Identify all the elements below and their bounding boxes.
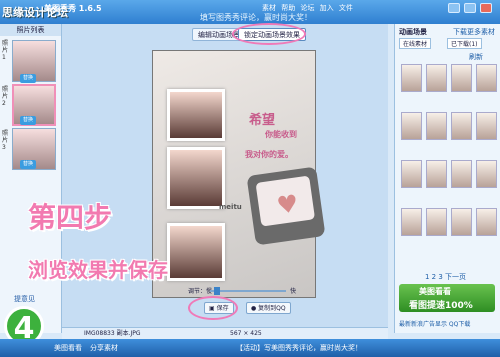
scene-tile[interactable] — [426, 160, 447, 188]
scene-tile[interactable] — [451, 208, 472, 236]
taskbar-notice[interactable]: 【活动】写美图秀秀评论，赢时尚大奖！ — [236, 343, 362, 353]
scene-tile[interactable] — [451, 112, 472, 140]
ad-line-1: 美图看看 — [419, 287, 451, 296]
app-title: 美图秀秀 1.6.5 — [44, 4, 102, 13]
minimize-icon[interactable] — [448, 3, 460, 13]
scene-tile[interactable] — [426, 64, 447, 92]
collage-photo-2 — [167, 147, 225, 209]
save-highlight-circle — [188, 296, 238, 320]
refresh-button[interactable]: 刷新 — [469, 52, 483, 62]
pager[interactable]: 1 2 3 下一页 — [425, 272, 466, 282]
scene-tile[interactable] — [401, 208, 422, 236]
collage-photo-1 — [167, 89, 225, 141]
close-icon[interactable] — [480, 3, 492, 13]
feedback-link[interactable]: 提意见 — [14, 294, 35, 304]
brand-mark: meitu — [219, 203, 242, 211]
latest-ad-link[interactable]: 最新新浪广告显示 QQ下载 — [399, 319, 470, 328]
status-bar: IMG08833 副本.JPG 567 × 425 — [62, 327, 388, 339]
replace-button-2[interactable]: 替换 — [20, 116, 36, 125]
poem-line-3: 我对你的爱。 — [245, 150, 293, 159]
scene-tile[interactable] — [401, 112, 422, 140]
tv-graphic: ♥ — [246, 166, 326, 246]
ad-banner[interactable]: 美图看看 看图提速100% — [399, 284, 495, 312]
slot-label-2: 照片2 — [2, 86, 9, 107]
tab-online-material[interactable]: 在线素材 — [399, 38, 432, 49]
highlight-circle — [232, 23, 306, 45]
download-more-link[interactable]: 下载更多素材 — [453, 27, 495, 37]
title-bar: 思缘设计论坛 美图秀秀 1.6.5 填写图秀秀评论，赢时尚大奖！ 素材 帮助 论… — [0, 0, 500, 24]
scene-tile[interactable] — [401, 160, 422, 188]
scene-panel: 动画场景 下载更多素材 在线素材 已下载(1) 刷新 1 2 3 下一页 美图看… — [394, 24, 500, 333]
scene-tile[interactable] — [476, 64, 497, 92]
photo-list-panel: 照片列表 照片1 替换 照片2 替换 照片3 替换 提意见 — [0, 24, 62, 333]
promo-tip[interactable]: 填写图秀秀评论，赢时尚大奖！ — [200, 12, 312, 23]
scene-tile[interactable] — [426, 208, 447, 236]
preview-collage: 希望 你能收到 我对你的爱。 ♥ meitu — [152, 50, 326, 298]
scene-tile[interactable] — [426, 112, 447, 140]
replace-button-3[interactable]: 替换 — [20, 160, 36, 169]
slot-label-3: 照片3 — [2, 130, 9, 151]
scene-panel-title: 动画场景 — [399, 28, 427, 36]
step-title: 第四步 — [28, 201, 113, 234]
tab-downloaded[interactable]: 已下载(1) — [447, 38, 482, 49]
taskbar-app[interactable]: 美图看看 — [54, 343, 82, 353]
main-canvas: 编辑动画场景 锁定动画场景效果 希望 你能收到 我对你的爱。 ♥ meitu 调… — [62, 23, 388, 333]
step-subtitle: 浏览效果并保存 — [28, 258, 168, 282]
scene-tile[interactable] — [451, 160, 472, 188]
speed-label: 调节：慢 — [188, 288, 213, 295]
slot-label-1: 照片1 — [2, 40, 9, 61]
heart-icon: ♥ — [275, 189, 301, 221]
speed-slider[interactable] — [210, 287, 286, 295]
copy-qq-button[interactable]: ● 复制到QQ — [246, 302, 291, 314]
tv-screen: ♥ — [255, 175, 316, 227]
scene-tile[interactable] — [476, 160, 497, 188]
scene-tile[interactable] — [401, 64, 422, 92]
scene-tile[interactable] — [476, 112, 497, 140]
poem-line-2: 你能收到 — [265, 130, 297, 139]
menu-bar[interactable]: 素材 帮助 论坛 加入 文件 — [262, 3, 353, 13]
speed-slider-knob[interactable] — [214, 287, 220, 295]
speed-fast-label: 快 — [290, 288, 297, 295]
scene-tile[interactable] — [476, 208, 497, 236]
ad-line-2: 看图提速100% — [409, 301, 473, 311]
copy-label: 复制到QQ — [258, 305, 286, 312]
taskbar-share[interactable]: 分享素材 — [90, 343, 118, 353]
bottom-taskbar: 美图看看 分享素材 【活动】写美图秀秀评论，赢时尚大奖！ — [0, 339, 500, 357]
status-dims: 567 × 425 — [230, 330, 262, 337]
replace-button-1[interactable]: 替换 — [20, 74, 36, 83]
status-filename: IMG08833 副本.JPG — [84, 330, 141, 337]
collage-photo-3 — [167, 223, 225, 281]
maximize-icon[interactable] — [464, 3, 476, 13]
poem-line-1: 希望 — [249, 113, 276, 128]
photo-list-header: 照片列表 — [0, 24, 61, 36]
scene-tile[interactable] — [451, 64, 472, 92]
